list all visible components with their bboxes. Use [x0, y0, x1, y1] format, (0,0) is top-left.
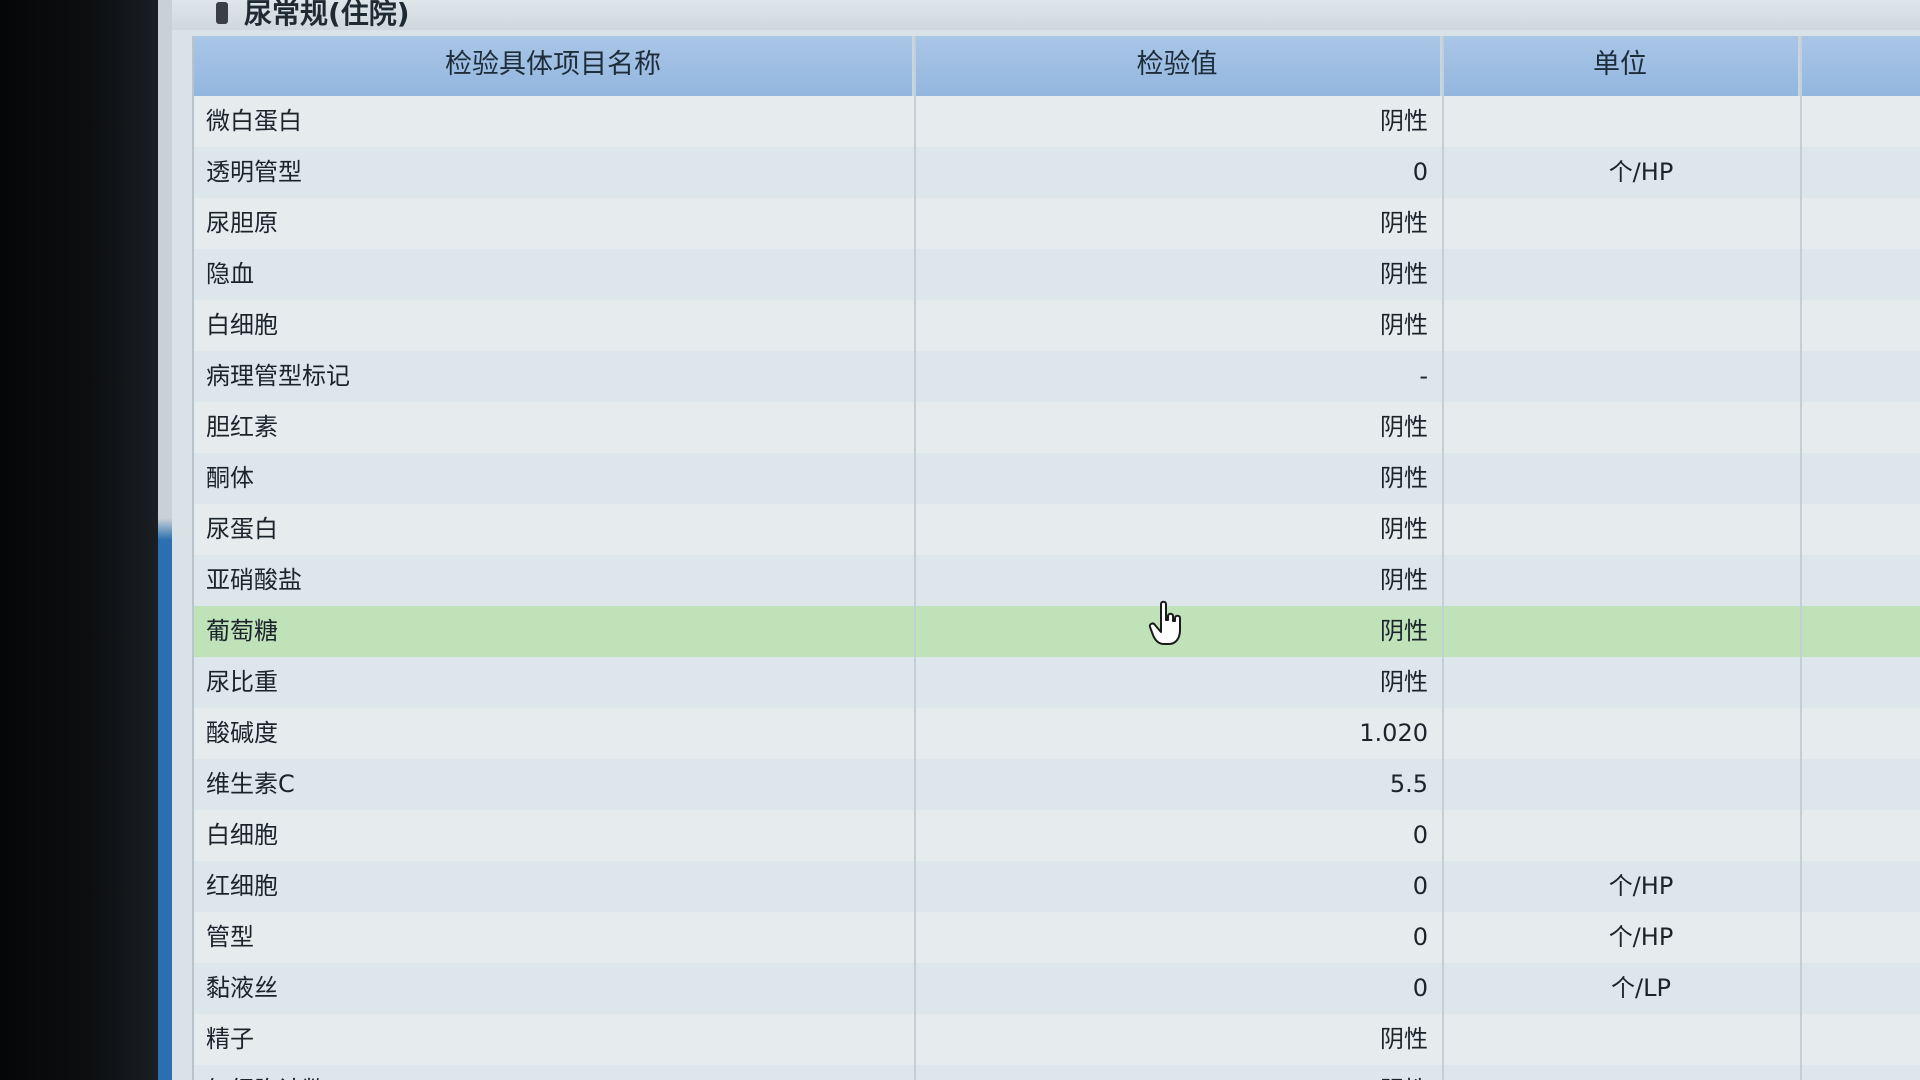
- item-name-cell: 亚硝酸盐: [206, 566, 302, 594]
- table-row[interactable]: 酸碱度 1.020: [194, 708, 1920, 759]
- item-value-cell: 阴性: [1380, 566, 1428, 594]
- column-header-item-name[interactable]: 检验具体项目名称: [194, 36, 914, 96]
- table-row[interactable]: 尿蛋白 阴性: [194, 504, 1920, 555]
- item-value-cell: 0: [1412, 923, 1428, 951]
- item-unit-cell: 个/HP: [1608, 872, 1674, 900]
- table-row[interactable]: 红细胞计数阴性: [194, 1065, 1920, 1080]
- item-unit-cell: [1442, 657, 1800, 708]
- item-value-cell: 阴性: [1380, 413, 1428, 441]
- item-value-cell: 阴性: [1380, 464, 1428, 492]
- item-name-cell: 透明管型: [206, 158, 302, 186]
- item-value-cell: 阴性: [1380, 260, 1428, 288]
- column-header-extra[interactable]: [1800, 36, 1920, 96]
- table-row[interactable]: 胆红素 阴性: [194, 402, 1920, 453]
- item-name-cell: 红细胞计数: [206, 1065, 906, 1080]
- table-row[interactable]: 透明管型 0 个/HP: [194, 147, 1920, 198]
- item-name-cell: 病理管型标记: [206, 362, 350, 390]
- table-row[interactable]: 葡萄糖 阴性: [194, 606, 1920, 657]
- item-value-cell: 5.5: [1389, 770, 1428, 798]
- table-row[interactable]: 黏液丝 0 个/LP: [194, 963, 1920, 1014]
- item-unit-cell: [1442, 249, 1800, 300]
- item-unit-cell: [1442, 708, 1800, 759]
- item-unit-cell: [1442, 606, 1800, 657]
- item-name-cell: 尿蛋白: [206, 515, 278, 543]
- table-row[interactable]: 维生素C 5.5: [194, 759, 1920, 810]
- item-unit-cell: [1442, 504, 1800, 555]
- column-header-value[interactable]: 检验值: [914, 36, 1442, 96]
- item-unit-cell: 个/LP: [1611, 974, 1671, 1002]
- item-unit-cell: [1442, 759, 1800, 810]
- item-unit-cell: [1442, 402, 1800, 453]
- table-row[interactable]: 隐血 阴性: [194, 249, 1920, 300]
- left-panel-edge: [158, 0, 172, 1080]
- item-unit-cell: 个/HP: [1608, 923, 1674, 951]
- column-divider: [1442, 36, 1444, 1080]
- table-row[interactable]: 白细胞 0: [194, 810, 1920, 861]
- grid-body: 微白蛋白 阴性 透明管型 0 个/HP 尿胆原 阴性 隐血 阴性 白细胞 阴性 病理管型标记 - 胆红素阴…: [194, 96, 1920, 1080]
- column-divider: [914, 36, 916, 1080]
- table-row[interactable]: 精子 阴性: [194, 1014, 1920, 1065]
- item-unit-cell: [1442, 810, 1800, 861]
- item-name-cell: 精子: [206, 1025, 254, 1053]
- screen-bezel: [0, 0, 158, 1080]
- item-unit-cell: [1442, 198, 1800, 249]
- item-name-cell: 酮体: [206, 464, 254, 492]
- item-name-cell: 胆红素: [206, 413, 278, 441]
- window-title: 尿常规(住院): [244, 0, 410, 30]
- table-row[interactable]: 微白蛋白 阴性: [194, 96, 1920, 147]
- table-row[interactable]: 尿比重 阴性: [194, 657, 1920, 708]
- item-unit-cell: [1442, 1065, 1800, 1080]
- column-divider: [1800, 36, 1802, 1080]
- item-value-cell: 阴性: [1380, 668, 1428, 696]
- grid-header: 检验具体项目名称 检验值 单位: [194, 36, 1920, 96]
- title-bar: 尿常规(住院): [172, 0, 1920, 30]
- table-row[interactable]: 病理管型标记 -: [194, 351, 1920, 402]
- item-value-cell: 阴性: [1380, 515, 1428, 543]
- item-value-cell: 阴性: [1380, 209, 1428, 237]
- item-name-cell: 黏液丝: [206, 974, 278, 1002]
- item-unit-cell: 个/HP: [1608, 158, 1674, 186]
- item-name-cell: 隐血: [206, 260, 254, 288]
- item-name-cell: 白细胞: [206, 311, 278, 339]
- table-row[interactable]: 尿胆原 阴性: [194, 198, 1920, 249]
- item-value-cell: 1.020: [1359, 719, 1428, 747]
- item-unit-cell: [1442, 555, 1800, 606]
- hand-pointer-icon: [1148, 600, 1181, 645]
- item-value-cell: 阴性: [1380, 107, 1428, 135]
- item-name-cell: 红细胞: [206, 872, 278, 900]
- item-value-cell: 0: [1412, 974, 1428, 1002]
- item-value-cell: 0: [1412, 821, 1428, 849]
- item-value-cell: -: [1419, 362, 1428, 390]
- item-name-cell: 白细胞: [206, 821, 278, 849]
- item-value-cell: 0: [1412, 872, 1428, 900]
- document-icon: [216, 2, 228, 24]
- table-row[interactable]: 酮体 阴性: [194, 453, 1920, 504]
- table-row[interactable]: 管型 0 个/HP: [194, 912, 1920, 963]
- item-name-cell: 微白蛋白: [206, 107, 302, 135]
- results-grid: 检验具体项目名称 检验值 单位 微白蛋白 阴性 透明管型 0 个/HP 尿胆原 阴性 隐血 阴性…: [192, 36, 1920, 1080]
- column-header-unit[interactable]: 单位: [1442, 36, 1800, 96]
- item-unit-cell: [1442, 1014, 1800, 1065]
- item-value-cell: 阴性: [1380, 311, 1428, 339]
- item-name-cell: 管型: [206, 923, 254, 951]
- table-row[interactable]: 红细胞 0 个/HP: [194, 861, 1920, 912]
- table-row[interactable]: 亚硝酸盐 阴性: [194, 555, 1920, 606]
- item-name-cell: 尿比重: [206, 668, 278, 696]
- item-name-cell: 尿胆原: [206, 209, 278, 237]
- item-value-cell: 0: [1412, 158, 1428, 186]
- item-unit-cell: [1442, 351, 1800, 402]
- item-name-cell: 酸碱度: [206, 719, 278, 747]
- item-value-cell: 阴性: [914, 1065, 1442, 1080]
- item-value-cell: 阴性: [1380, 1025, 1428, 1053]
- item-unit-cell: [1442, 453, 1800, 504]
- item-unit-cell: [1442, 96, 1800, 147]
- item-name-cell: 维生素C: [206, 770, 295, 798]
- item-unit-cell: [1442, 300, 1800, 351]
- item-name-cell: 葡萄糖: [206, 617, 278, 645]
- lab-result-window: 尿常规(住院) 检验具体项目名称 检验值 单位 微白蛋白 阴性 透明管型 0 个/HP 尿…: [172, 0, 1920, 1080]
- table-row[interactable]: 白细胞 阴性: [194, 300, 1920, 351]
